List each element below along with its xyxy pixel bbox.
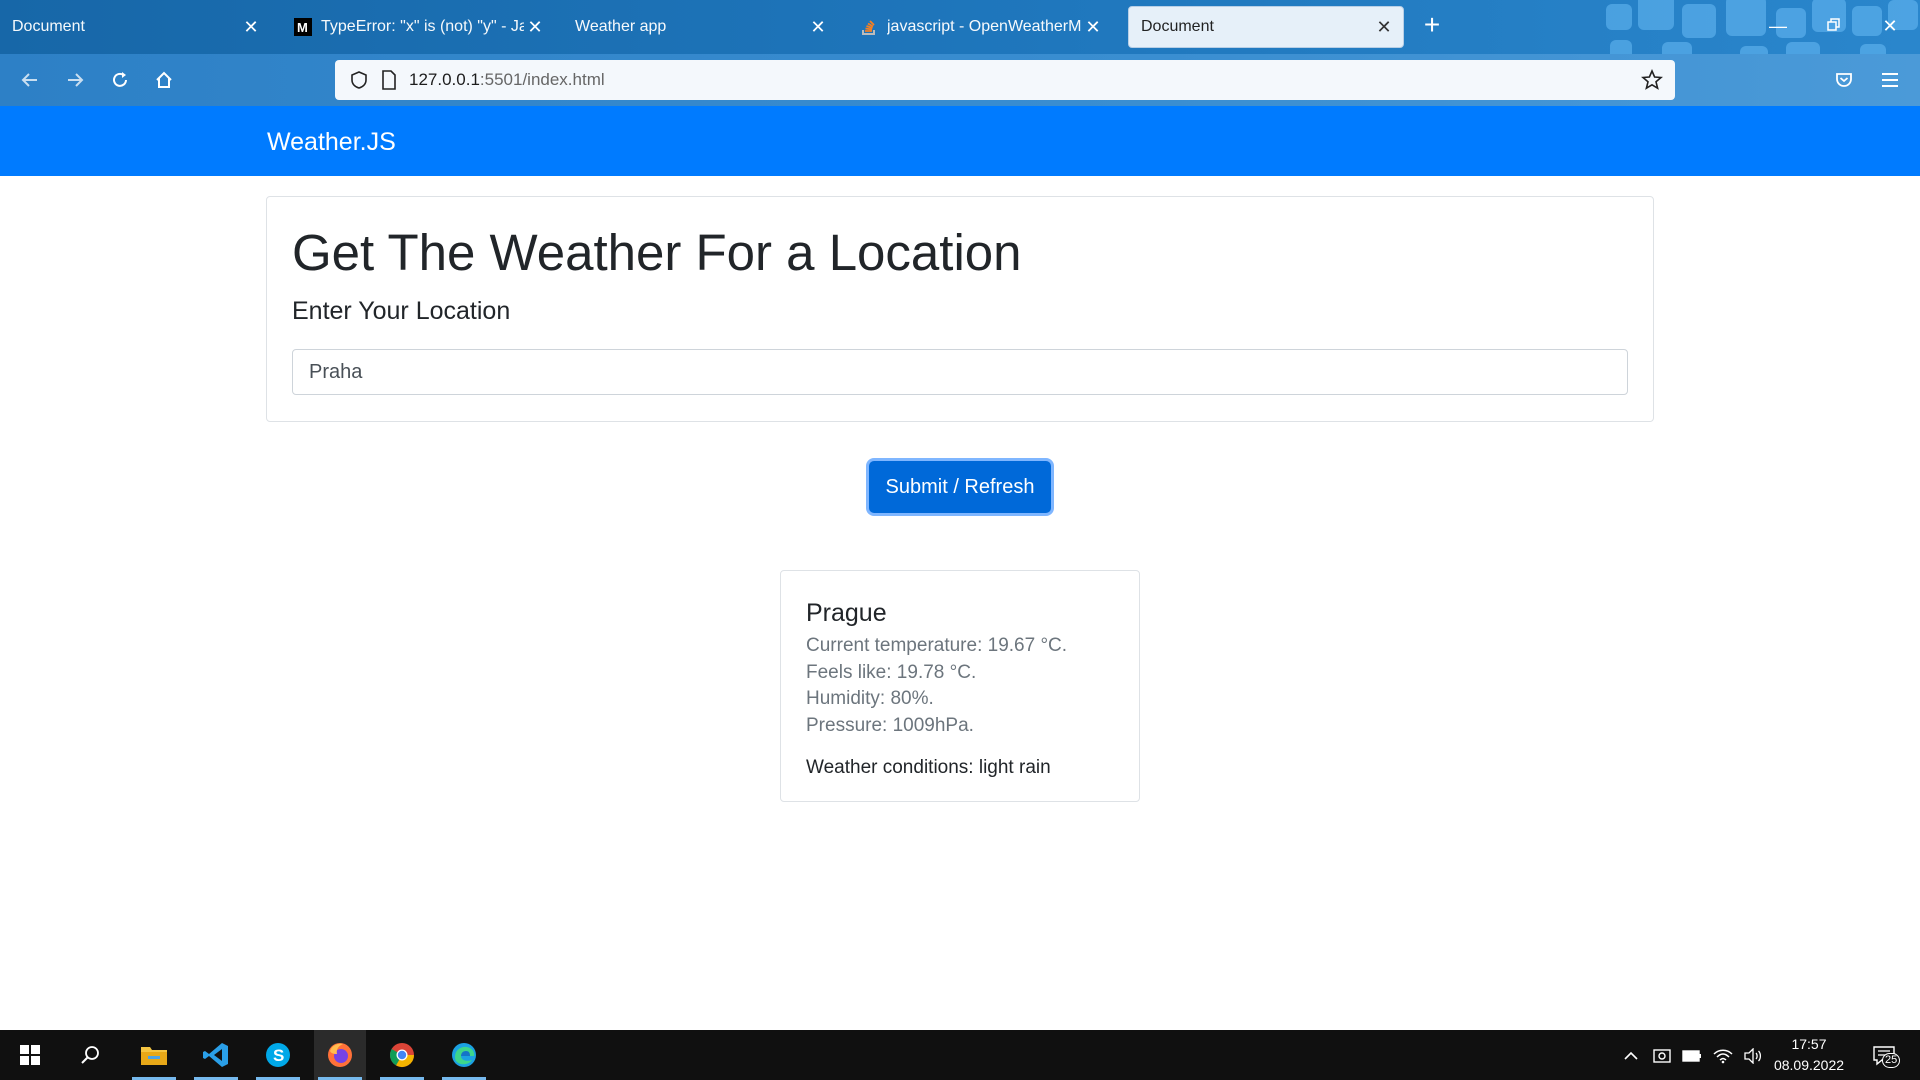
pocket-icon[interactable] [1830,66,1858,94]
tab-title: javascript - OpenWeatherMap A [887,18,1082,35]
clock-time: 17:57 [1791,1036,1827,1052]
restore-icon[interactable] [1822,14,1846,38]
system-clock[interactable]: 17:57 08.09.2022 [1771,1034,1847,1076]
vscode-icon[interactable] [190,1030,242,1080]
humidity: Humidity: 80%. [806,688,934,709]
site-navbar: Weather.JS [0,106,1920,176]
minimize-icon[interactable]: — [1766,14,1790,38]
forward-icon[interactable] [61,66,89,94]
tab-4[interactable]: javascript - OpenWeatherMap A ✕ [848,6,1112,48]
url-path: :5501/index.html [479,70,605,89]
home-icon[interactable] [150,66,178,94]
new-tab-button[interactable]: + [1418,11,1446,40]
site-brand[interactable]: Weather.JS [267,128,396,157]
bookmark-star-icon[interactable] [1641,69,1663,91]
feels-like: Feels like: 19.78 °C. [806,662,977,683]
page-title: Get The Weather For a Location [292,224,1022,281]
notification-count: 25 [1882,1053,1901,1068]
url-text[interactable]: 127.0.0.1:5501/index.html [409,70,605,90]
location-prompt: Enter Your Location [292,297,511,325]
close-icon[interactable]: ✕ [1373,16,1395,38]
clock-date: 08.09.2022 [1773,1057,1845,1073]
page-icon[interactable] [381,70,397,90]
file-explorer-icon[interactable] [128,1030,180,1080]
tab-3[interactable]: Weather app ✕ [563,6,837,48]
city-name: Prague [806,599,887,627]
weather-card: Prague Current temperature: 19.67 °C. Fe… [780,570,1140,802]
volume-icon[interactable] [1742,1045,1764,1067]
notifications-icon[interactable]: 25 [1868,1045,1901,1068]
current-temperature: Current temperature: 19.67 °C. [806,635,1068,656]
tab-2[interactable]: M TypeError: "x" is (not) "y" - JavaS ✕ [282,6,554,48]
battery-icon[interactable] [1681,1045,1703,1067]
browser-toolbar: 127.0.0.1:5501/index.html [0,54,1920,106]
windows-start-icon[interactable] [4,1030,56,1080]
tab-1[interactable]: Document ✕ [0,6,270,48]
close-window-icon[interactable]: ✕ [1878,14,1902,38]
tab-title: TypeError: "x" is (not) "y" - JavaS [321,18,524,35]
chrome-icon[interactable] [376,1030,428,1080]
tab-title: Document [1141,18,1214,35]
shield-icon[interactable] [349,70,369,90]
pressure: Pressure: 1009hPa. [806,715,974,736]
edge-icon[interactable] [438,1030,490,1080]
address-bar[interactable]: 127.0.0.1:5501/index.html [335,60,1675,100]
weather-conditions: Weather conditions: light rain [806,757,1051,778]
taskbar: S 17:57 08.09.2022 25 [0,1030,1920,1080]
search-icon[interactable] [64,1030,116,1080]
url-host: 127.0.0.1 [409,70,480,89]
reload-icon[interactable] [106,66,134,94]
close-icon[interactable]: ✕ [807,16,829,38]
svg-text:S: S [273,1046,284,1065]
tab-5-active[interactable]: Document ✕ [1128,6,1404,48]
mdn-icon: M [294,18,312,36]
wifi-icon[interactable] [1712,1045,1734,1067]
close-icon[interactable]: ✕ [1082,16,1104,38]
location-panel: Get The Weather For a Location Enter You… [266,196,1654,422]
security-icon[interactable] [1651,1045,1673,1067]
web-page: Weather.JS Get The Weather For a Locatio… [0,106,1920,1030]
tab-title: Weather app [575,18,667,35]
close-icon[interactable]: ✕ [240,16,262,38]
tab-title: Document [12,18,85,35]
submit-refresh-button[interactable]: Submit / Refresh [869,461,1051,513]
back-icon[interactable] [16,66,44,94]
chevron-up-icon[interactable] [1620,1045,1642,1067]
browser-tab-bar: Document ✕ M TypeError: "x" is (not) "y"… [0,0,1920,54]
theme-decoration [1590,0,1920,54]
svg-text:M: M [297,20,308,35]
skype-icon[interactable]: S [252,1030,304,1080]
firefox-icon[interactable] [314,1030,366,1080]
close-icon[interactable]: ✕ [524,16,546,38]
stackoverflow-icon [860,18,878,36]
location-input[interactable] [292,349,1628,395]
menu-icon[interactable] [1876,66,1904,94]
